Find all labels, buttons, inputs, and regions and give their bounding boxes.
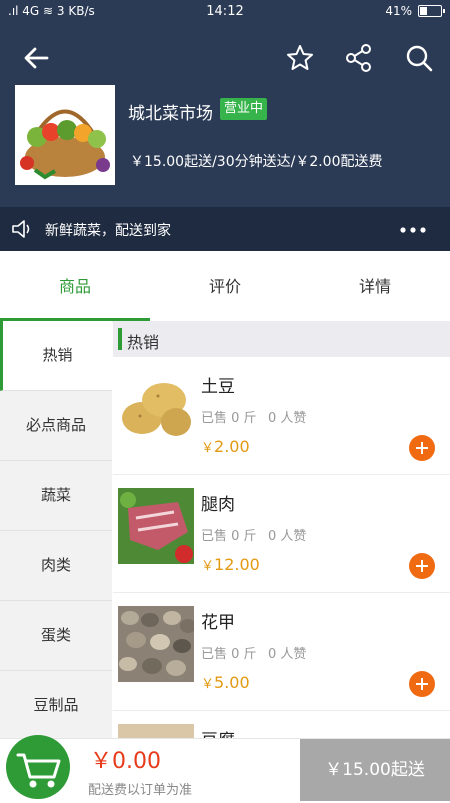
store-name: 城北菜市场	[128, 104, 213, 124]
price-value: 12.00	[214, 555, 260, 574]
price-value: 5.00	[214, 673, 250, 692]
status-badge: 营业中	[220, 98, 268, 120]
product-item[interactable]: 花甲 已售 0 斤 0 人赞 ￥5.00	[113, 593, 450, 711]
add-to-cart-button[interactable]	[409, 553, 435, 579]
delivery-fee-note: 配送费以订单为准	[88, 783, 193, 798]
cart-total: ￥0.00	[90, 749, 161, 774]
product-sold: 已售 0 斤	[201, 411, 257, 426]
tab-details[interactable]: 详情	[300, 251, 450, 321]
status-right: 41%	[385, 4, 445, 18]
product-price: ￥2.00	[201, 437, 250, 456]
price-currency: ￥	[201, 441, 215, 456]
product-sold: 已售 0 斤	[201, 529, 257, 544]
category-sidebar: 热销 必点商品 蔬菜 肉类 蛋类 豆制品	[0, 321, 112, 741]
product-image-potato	[118, 370, 194, 446]
tab-reviews[interactable]: 评价	[150, 251, 300, 321]
more-icon[interactable]	[400, 227, 426, 233]
section-header: 热销	[113, 321, 450, 357]
add-to-cart-button[interactable]	[409, 435, 435, 461]
category-item-vegetables[interactable]: 蔬菜	[0, 461, 112, 531]
price-currency: ￥	[201, 559, 215, 574]
category-item-meat[interactable]: 肉类	[0, 531, 112, 601]
product-item[interactable]: 土豆 已售 0 斤 0 人赞 ￥2.00	[113, 357, 450, 475]
product-sold: 已售 0 斤	[201, 647, 257, 662]
search-icon[interactable]	[403, 42, 435, 74]
cart-button[interactable]	[6, 735, 70, 799]
product-likes: 0 人赞	[268, 647, 307, 662]
product-image-clams	[118, 606, 194, 682]
price-currency: ￥	[201, 677, 215, 692]
checkout-button[interactable]: ￥15.00起送	[300, 739, 450, 801]
product-likes: 0 人赞	[268, 529, 307, 544]
speaker-icon	[12, 220, 30, 238]
product-list[interactable]: 热销 土豆 已售 0 斤 0 人赞 ￥2.00 腿肉 已售 0 斤 0 人赞 ￥…	[113, 321, 450, 741]
tab-products[interactable]: 商品	[0, 251, 150, 321]
product-image-pork-leg	[118, 488, 194, 564]
product-item[interactable]: 豆腐	[113, 711, 450, 741]
product-name: 花甲	[201, 613, 235, 633]
tab-bar: 商品 评价 详情	[0, 251, 450, 322]
product-price: ￥5.00	[201, 673, 250, 692]
store-logo-image	[15, 85, 115, 185]
category-item-eggs[interactable]: 蛋类	[0, 601, 112, 671]
product-name: 腿肉	[201, 495, 235, 515]
add-to-cart-button[interactable]	[409, 671, 435, 697]
section-marker	[118, 328, 122, 350]
product-likes: 0 人赞	[268, 411, 307, 426]
announcement-bar[interactable]: 新鲜蔬菜，配送到家	[0, 207, 450, 251]
shopping-cart-icon	[16, 753, 61, 788]
star-icon[interactable]	[284, 42, 316, 74]
product-name: 土豆	[201, 377, 235, 397]
status-bar: .ıl 4G ≋ 3 KB/s 14:12 41%	[0, 0, 450, 24]
store-header: .ıl 4G ≋ 3 KB/s 14:12 41% 城北菜市场 营业中 ￥15.…	[0, 0, 450, 207]
price-value: 2.00	[214, 437, 250, 456]
category-item-hot[interactable]: 热销	[0, 321, 112, 391]
top-nav	[0, 32, 450, 84]
announcement-text: 新鲜蔬菜，配送到家	[45, 223, 171, 239]
product-item[interactable]: 腿肉 已售 0 斤 0 人赞 ￥12.00	[113, 475, 450, 593]
category-item-tofu[interactable]: 豆制品	[0, 671, 112, 741]
category-item-must-order[interactable]: 必点商品	[0, 391, 112, 461]
cart-bar: ￥0.00 配送费以订单为准 ￥15.00起送	[0, 735, 450, 801]
section-title: 热销	[127, 333, 160, 352]
battery-percent: 41%	[385, 4, 412, 18]
clock: 14:12	[206, 4, 244, 19]
delivery-info: ￥15.00起送/30分钟送达/￥2.00配送费	[130, 154, 383, 170]
product-price: ￥12.00	[201, 555, 260, 574]
battery-icon	[418, 5, 445, 17]
share-icon[interactable]	[343, 42, 375, 74]
back-arrow-icon[interactable]	[20, 42, 52, 74]
